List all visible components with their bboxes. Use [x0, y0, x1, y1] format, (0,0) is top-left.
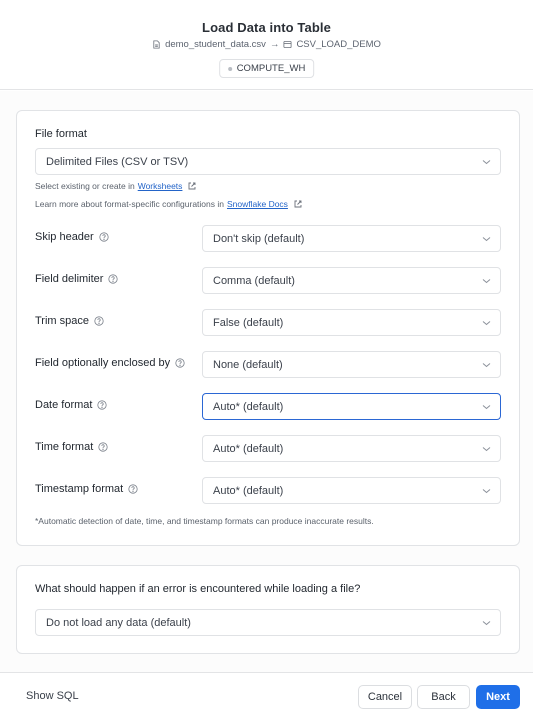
option-label-text: Time format — [35, 441, 94, 453]
format-options-card: File format Delimited Files (CSV or TSV)… — [16, 110, 520, 546]
cancel-button[interactable]: Cancel — [358, 685, 412, 709]
chevron-down-icon — [482, 404, 491, 409]
field-enclosed-by-select[interactable]: None (default) — [202, 351, 501, 378]
docs-hint: Learn more about format-specific configu… — [35, 199, 303, 209]
help-icon[interactable] — [108, 274, 119, 284]
table-icon — [283, 40, 292, 49]
trim-space-select[interactable]: False (default) — [202, 309, 501, 336]
select-value: Auto* (default) — [213, 442, 284, 455]
on-error-select[interactable]: Do not load any data (default) — [35, 609, 501, 636]
auto-detection-note: *Automatic detection of date, time, and … — [35, 516, 374, 526]
select-value: Do not load any data (default) — [46, 616, 191, 629]
option-label: Date format — [35, 399, 108, 411]
chevron-down-icon — [482, 446, 491, 451]
target-table-name: CSV_LOAD_DEMO — [296, 39, 381, 50]
file-format-value: Delimited Files (CSV or TSV) — [46, 155, 189, 168]
chevron-down-icon — [482, 159, 491, 164]
worksheets-link[interactable]: Worksheets — [138, 181, 183, 191]
help-icon[interactable] — [175, 358, 185, 368]
chevron-down-icon — [482, 278, 491, 283]
select-value: Don't skip (default) — [213, 232, 305, 245]
chevron-down-icon — [482, 620, 491, 625]
dialog-content: File format Delimited Files (CSV or TSV)… — [0, 91, 533, 672]
on-error-question: What should happen if an error is encoun… — [35, 583, 360, 595]
on-error-question-text: What should happen if an error is encoun… — [35, 583, 361, 595]
field-delimiter-select[interactable]: Comma (default) — [202, 267, 501, 294]
timestamp-format-select[interactable]: Auto* (default) — [202, 477, 501, 504]
source-file-name: demo_student_data.csv — [165, 39, 266, 50]
time-format-select[interactable]: Auto* (default) — [202, 435, 501, 462]
date-format-select[interactable]: Auto* (default) — [202, 393, 501, 420]
select-value: None (default) — [213, 358, 283, 371]
chevron-down-icon — [482, 320, 491, 325]
chevron-down-icon — [482, 362, 491, 367]
load-path: demo_student_data.csv → CSV_LOAD_DEMO — [0, 39, 533, 50]
warehouse-name: COMPUTE_WH — [236, 63, 306, 74]
select-value: Auto* (default) — [213, 484, 284, 497]
dialog-header: Load Data into Table demo_student_data.c… — [0, 0, 533, 90]
next-button[interactable]: Next — [476, 685, 520, 709]
select-value: False (default) — [213, 316, 284, 329]
arrow-icon: → — [269, 39, 280, 50]
file-icon — [153, 40, 160, 49]
dialog-title: Load Data into Table — [202, 20, 331, 35]
skip-header-select[interactable]: Don't skip (default) — [202, 225, 501, 252]
chevron-down-icon — [482, 488, 491, 493]
file-format-label: File format — [35, 128, 87, 140]
help-icon[interactable] — [128, 484, 138, 494]
option-label: Field optionally enclosed by — [35, 357, 185, 369]
hint-text: Select existing or create in — [35, 181, 135, 191]
option-label: Time format — [35, 441, 108, 453]
file-format-label-text: File format — [35, 128, 87, 140]
back-button[interactable]: Back — [417, 685, 470, 709]
help-icon[interactable] — [99, 232, 109, 242]
help-icon[interactable] — [97, 400, 108, 410]
file-format-select[interactable]: Delimited Files (CSV or TSV) — [35, 148, 501, 175]
select-value: Comma (default) — [213, 274, 295, 287]
option-label: Trim space — [35, 315, 104, 327]
on-error-card: What should happen if an error is encoun… — [16, 565, 520, 654]
help-icon[interactable] — [98, 442, 108, 452]
external-link-icon[interactable] — [293, 199, 303, 209]
option-label-text: Timestamp format — [35, 483, 124, 495]
option-label: Timestamp format — [35, 483, 138, 495]
option-label-text: Field delimiter — [35, 273, 104, 285]
option-label-text: Field optionally enclosed by — [35, 357, 171, 369]
hint-text: Learn more about format-specific configu… — [35, 199, 224, 209]
chevron-down-icon — [482, 236, 491, 241]
option-label-text: Skip header — [35, 231, 94, 243]
option-label-text: Date format — [35, 399, 93, 411]
warehouse-chip[interactable]: COMPUTE_WH — [218, 59, 315, 78]
option-label-text: Trim space — [35, 315, 89, 327]
warehouse-status-icon — [227, 66, 232, 71]
select-value: Auto* (default) — [213, 400, 284, 413]
help-icon[interactable] — [94, 316, 104, 326]
external-link-icon[interactable] — [187, 181, 197, 191]
worksheets-hint: Select existing or create in Worksheets — [35, 181, 197, 191]
dialog-footer: Show SQL Cancel Back Next — [0, 672, 533, 719]
show-sql-button[interactable]: Show SQL — [26, 690, 79, 702]
snowflake-docs-link[interactable]: Snowflake Docs — [227, 199, 288, 209]
option-label: Field delimiter — [35, 273, 119, 285]
option-label: Skip header — [35, 231, 109, 243]
